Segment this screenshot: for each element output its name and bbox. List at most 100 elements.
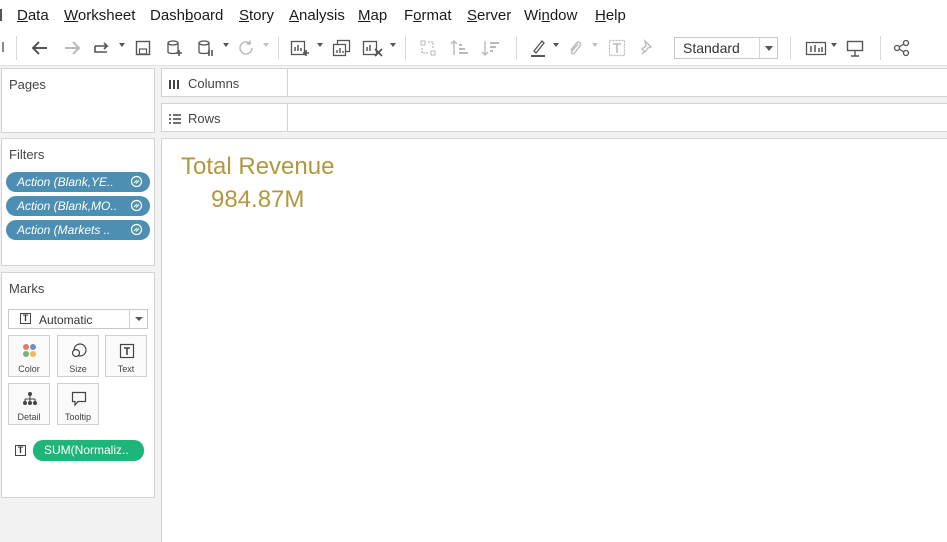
duplicate-sheet-icon[interactable] xyxy=(332,37,352,59)
toolbar-separator xyxy=(880,36,881,60)
marks-tooltip-label: Tooltip xyxy=(64,412,91,422)
menu-data-rest: ata xyxy=(27,7,49,24)
menu-help-mnemonic: H xyxy=(595,7,606,24)
filter-pill-label: Action (Blank,YE.. xyxy=(17,175,114,189)
rows-icon xyxy=(169,113,181,124)
pause-auto-updates-icon[interactable] xyxy=(196,37,216,59)
link-icon xyxy=(130,223,143,236)
marks-text-label: Text xyxy=(117,364,135,374)
redo-replay-icon[interactable] xyxy=(92,37,112,59)
menu-format[interactable]: Format xyxy=(404,7,452,24)
menu-data-mnemonic: D xyxy=(17,7,28,24)
marks-title: Marks xyxy=(9,281,45,296)
back-arrow-icon[interactable] xyxy=(30,37,50,59)
show-cards-icon[interactable] xyxy=(805,37,827,59)
chevron-down-icon xyxy=(135,317,143,321)
sort-ascending-icon[interactable] xyxy=(450,37,470,59)
menu-worksheet[interactable]: Worksheet xyxy=(64,7,135,24)
group-paperclip-icon[interactable] xyxy=(566,37,584,59)
marks-color-button[interactable]: Color xyxy=(8,335,50,377)
menu-dashboard-pre: Dash xyxy=(150,7,186,24)
pages-card[interactable]: Pages xyxy=(1,68,155,133)
menu-story-rest: tory xyxy=(249,7,275,24)
filter-pill[interactable]: Action (Blank,YE.. xyxy=(6,172,150,192)
toolbar-separator xyxy=(16,36,17,60)
menu-analysis-rest: nalysis xyxy=(299,7,345,24)
marks-text-button[interactable]: Text xyxy=(105,335,147,377)
save-icon[interactable] xyxy=(134,37,152,59)
menu-server-rest: erver xyxy=(477,7,512,24)
forward-arrow-icon[interactable] xyxy=(62,37,82,59)
chevron-down-icon xyxy=(765,46,773,51)
link-icon xyxy=(130,199,143,212)
link-icon xyxy=(130,175,143,188)
tooltip-bubble-icon xyxy=(71,391,87,407)
marks-detail-button[interactable]: Detail xyxy=(8,383,50,425)
fit-dropdown[interactable]: Standard xyxy=(674,37,778,59)
menu-story-mnemonic: S xyxy=(239,7,250,24)
menu-window[interactable]: Window xyxy=(524,7,577,24)
toolbar-edge-mark xyxy=(2,42,4,52)
text-mark-icon: T xyxy=(20,313,31,324)
shelf-divider xyxy=(287,104,288,131)
mark-type-dropdown[interactable]: T Automatic xyxy=(8,309,148,329)
clear-sheet-icon[interactable] xyxy=(362,37,384,59)
measure-pill[interactable]: SUM(Normaliz.. xyxy=(33,440,144,461)
toolbar-separator xyxy=(790,36,791,60)
menu-edge-mark xyxy=(0,9,4,21)
shelf-divider xyxy=(287,69,288,96)
rows-shelf[interactable]: Rows xyxy=(161,103,947,132)
menu-map[interactable]: Map xyxy=(358,7,387,24)
menu-dashboard[interactable]: Dashboard xyxy=(150,7,223,24)
menu-story[interactable]: Story xyxy=(239,7,274,24)
mark-type-caret xyxy=(129,310,147,328)
highlight-dropdown-icon[interactable] xyxy=(553,43,559,47)
new-sheet-dropdown-icon[interactable] xyxy=(317,43,323,47)
refresh-dropdown-icon[interactable] xyxy=(263,43,269,47)
group-dropdown-icon[interactable] xyxy=(592,43,598,47)
pause-dropdown-icon[interactable] xyxy=(223,43,229,47)
menu-analysis[interactable]: Analysis xyxy=(289,7,345,24)
menu-worksheet-mnemonic: W xyxy=(64,7,78,24)
menu-window-mnemonic: n xyxy=(541,7,550,24)
text-t-icon xyxy=(119,343,135,359)
menu-server[interactable]: Server xyxy=(467,7,511,24)
columns-icon xyxy=(169,79,179,89)
columns-shelf-label: Columns xyxy=(168,76,239,91)
new-worksheet-icon[interactable] xyxy=(290,37,310,59)
menu-map-rest: ap xyxy=(370,7,388,24)
marks-size-button[interactable]: Size xyxy=(57,335,99,377)
new-data-source-icon[interactable] xyxy=(165,37,185,59)
marks-tooltip-button[interactable]: Tooltip xyxy=(57,383,99,425)
fit-dropdown-value: Standard xyxy=(683,40,740,56)
menu-server-mnemonic: S xyxy=(467,7,478,24)
filters-title: Filters xyxy=(9,147,45,162)
menu-help[interactable]: Help xyxy=(595,7,626,24)
menu-format-mnemonic: o xyxy=(413,7,422,24)
sort-descending-icon[interactable] xyxy=(481,37,501,59)
text-encoding-icon: T xyxy=(15,445,26,456)
redo-dropdown-icon[interactable] xyxy=(119,43,125,47)
swap-rows-columns-icon[interactable] xyxy=(418,37,438,59)
filter-pill[interactable]: Action (Blank,MO.. xyxy=(6,196,150,216)
filter-pill[interactable]: Action (Markets .. xyxy=(6,220,150,240)
refresh-icon[interactable] xyxy=(236,37,256,59)
kpi-title: Total Revenue xyxy=(181,153,335,180)
menu-format-rest: rmat xyxy=(421,7,452,24)
menu-worksheet-rest: orksheet xyxy=(77,7,136,24)
presentation-mode-icon[interactable] xyxy=(845,37,865,59)
filter-pill-label: Action (Markets .. xyxy=(17,223,111,237)
worksheet-view[interactable]: Total Revenue 984.87M xyxy=(161,138,947,542)
share-icon[interactable] xyxy=(892,37,912,59)
pin-axes-icon[interactable] xyxy=(638,37,656,59)
toolbar-separator xyxy=(405,36,406,60)
color-dots-icon xyxy=(23,344,36,357)
menu-bar: Data Worksheet Dashboard Story Analysis … xyxy=(0,0,947,30)
columns-shelf[interactable]: Columns xyxy=(161,68,947,97)
cards-dropdown-icon[interactable] xyxy=(831,43,837,47)
highlight-pen-icon[interactable] xyxy=(529,37,547,59)
show-labels-icon[interactable] xyxy=(607,37,627,59)
menu-data[interactable]: Data xyxy=(17,7,49,24)
toolbar-separator xyxy=(278,36,279,60)
clear-dropdown-icon[interactable] xyxy=(390,43,396,47)
